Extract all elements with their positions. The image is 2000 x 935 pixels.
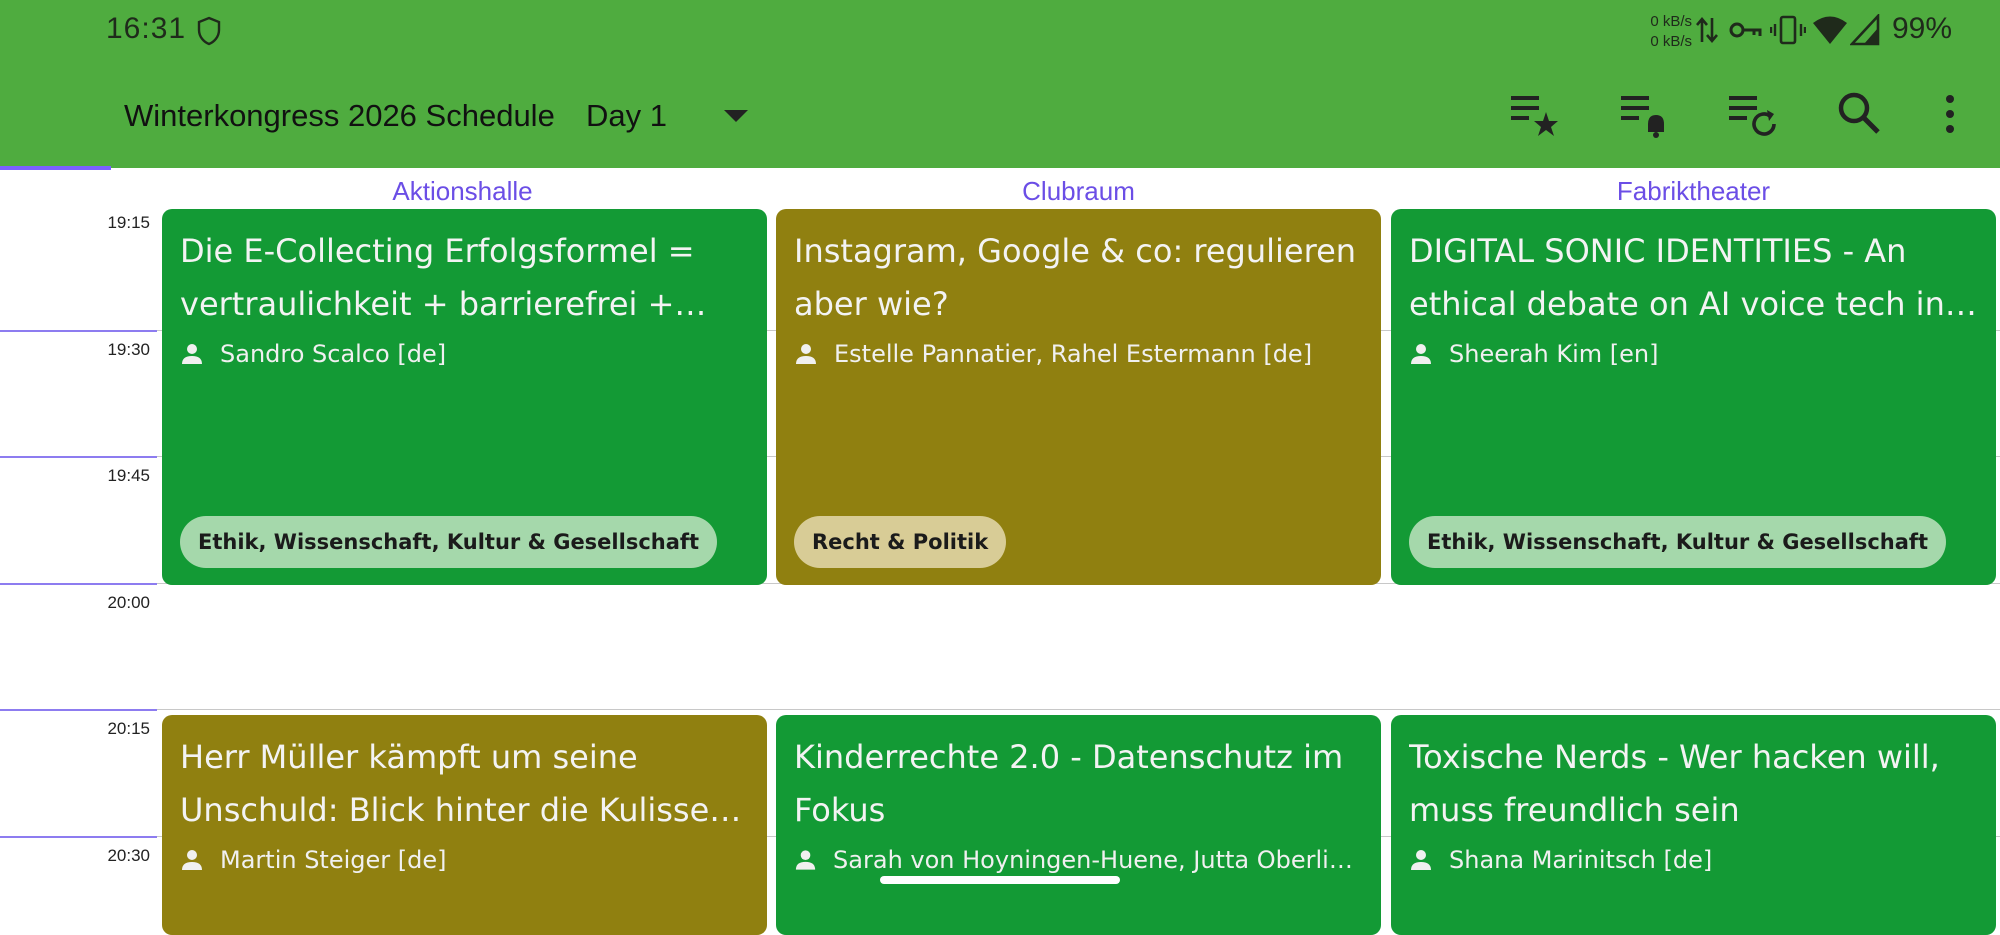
time-label: 19:30 [107, 340, 150, 359]
speaker-text: Sarah von Hoyningen-Huene, Jutta Oberlin… [833, 846, 1363, 874]
status-time: 16:31 [106, 12, 187, 45]
day-dropdown[interactable]: Day 1 [586, 98, 667, 134]
session-speakers: Shana Marinitsch [de] [1409, 846, 1978, 874]
person-icon [1411, 344, 1431, 364]
refresh-list-icon[interactable] [1726, 90, 1782, 143]
room-header-clubraum: Clubraum [1022, 176, 1135, 206]
time-label: 20:00 [107, 593, 150, 612]
data-arrows-icon [1694, 14, 1720, 51]
session-title: Herr Müller kämpft um seine Unschuld: Bl… [180, 738, 730, 829]
session-card[interactable]: Herr Müller kämpft um seine Unschuld: Bl… [162, 715, 767, 935]
session-card[interactable]: Die E-Collecting Erfolgsformel = vertrau… [162, 209, 767, 585]
track-chip: Ethik, Wissenschaft, Kultur & Gesellscha… [180, 516, 718, 568]
session-card[interactable]: DIGITAL SONIC IDENTITIES - An ethical de… [1391, 209, 1996, 585]
search-icon[interactable] [1836, 90, 1884, 143]
person-icon [1411, 850, 1431, 870]
session-speakers: Martin Steiger [de] [180, 846, 749, 874]
session-title: Instagram, Google & co: regulieren aber … [794, 232, 1357, 323]
room-header-aktionshalle: Aktionshalle [392, 176, 533, 206]
person-icon [182, 850, 202, 870]
grid-line [0, 709, 2000, 711]
status-bar: 16:31 0 kB/s 0 kB/s 99% [0, 0, 2000, 62]
session-card[interactable]: Instagram, Google & co: regulieren aber … [776, 209, 1381, 585]
net-up-text: 0 kB/s [1650, 13, 1692, 30]
shield-icon [196, 16, 222, 46]
app-title: Winterkongress 2026 Schedule [124, 98, 555, 133]
session-title: Die E-Collecting Erfolgsformel = vertrau… [180, 232, 695, 323]
time-label: 19:45 [107, 466, 150, 485]
session-card[interactable]: Kinderrechte 2.0 - Datenschutz im Fokus … [776, 715, 1381, 935]
track-chip: Ethik, Wissenschaft, Kultur & Gesellscha… [1409, 516, 1947, 568]
vpn-key-icon [1728, 14, 1764, 51]
speaker-text: Sandro Scalco [de] [220, 340, 447, 368]
session-speakers: Estelle Pannatier, Rahel Estermann [de] [794, 340, 1363, 368]
loading-indicator [0, 166, 111, 170]
session-speakers: Sheerah Kim [en] [1409, 340, 1978, 368]
vibrate-icon [1769, 14, 1807, 51]
starred-list-icon[interactable] [1508, 90, 1564, 143]
person-icon [795, 850, 816, 870]
speaker-text: Shana Marinitsch [de] [1449, 846, 1713, 874]
room-header-fabriktheater: Fabriktheater [1616, 176, 1771, 206]
time-label: 20:15 [107, 719, 150, 738]
session-title: DIGITAL SONIC IDENTITIES - An ethical de… [1409, 232, 1945, 323]
time-label: 20:30 [107, 846, 150, 865]
net-down-text: 0 kB/s [1650, 33, 1692, 50]
session-speakers: Sandro Scalco [de] [180, 340, 749, 368]
speaker-text: Martin Steiger [de] [220, 846, 447, 874]
signal-icon [1849, 12, 1880, 51]
dropdown-arrow-icon[interactable] [724, 110, 748, 122]
speaker-text: Sheerah Kim [en] [1449, 340, 1659, 368]
battery-percent: 99% [1892, 12, 1953, 45]
gesture-home-bar[interactable] [880, 876, 1120, 884]
speaker-text: Estelle Pannatier, Rahel Estermann [de] [834, 340, 1313, 368]
session-card[interactable]: Toxische Nerds - Wer hacken will, muss f… [1391, 715, 1996, 935]
alarms-list-icon[interactable] [1618, 90, 1674, 143]
time-label: 19:15 [107, 213, 150, 232]
session-title: Toxische Nerds - Wer hacken will, muss f… [1409, 738, 1940, 829]
wifi-icon [1812, 14, 1848, 51]
person-icon [796, 344, 816, 364]
network-speed: 0 kB/s 0 kB/s [1636, 12, 1692, 52]
session-speakers: Sarah von Hoyningen-Huene, Jutta Oberlin… [794, 846, 1363, 874]
person-icon [182, 344, 202, 364]
session-title: Kinderrechte 2.0 - Datenschutz im Fokus [794, 738, 1344, 829]
app-toolbar: Winterkongress 2026 Schedule Day 1 [0, 62, 2000, 168]
track-chip: Recht & Politik [794, 516, 1007, 568]
more-vert-icon[interactable] [1938, 90, 1962, 143]
